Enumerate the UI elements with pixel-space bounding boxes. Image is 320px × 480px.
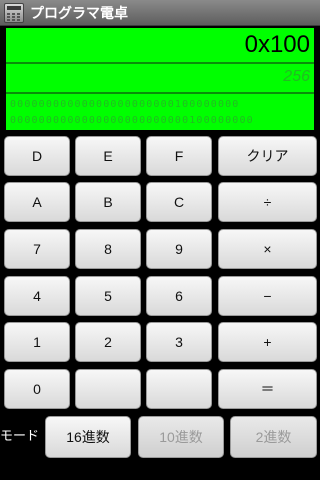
key-b[interactable]: B bbox=[75, 182, 141, 222]
window-title: プログラマ電卓 bbox=[30, 5, 128, 22]
clear-button[interactable]: クリア bbox=[218, 136, 317, 176]
key-e[interactable]: E bbox=[75, 136, 141, 176]
mode-bin-button[interactable]: 2進数 bbox=[230, 416, 317, 458]
multiply-button[interactable]: × bbox=[218, 229, 317, 269]
key-f[interactable]: F bbox=[146, 136, 212, 176]
blank-key[interactable] bbox=[146, 369, 212, 409]
minus-button[interactable]: − bbox=[218, 276, 317, 316]
key-6[interactable]: 6 bbox=[146, 276, 212, 316]
key-2[interactable]: 2 bbox=[75, 322, 141, 362]
divide-button[interactable]: ÷ bbox=[218, 182, 317, 222]
key-3[interactable]: 3 bbox=[146, 322, 212, 362]
mode-label: モード bbox=[0, 429, 40, 444]
display-divider bbox=[6, 62, 314, 64]
calculator-icon bbox=[4, 2, 24, 23]
hex-readout: 0x100 bbox=[244, 31, 310, 58]
key-8[interactable]: 8 bbox=[75, 229, 141, 269]
key-4[interactable]: 4 bbox=[4, 276, 70, 316]
key-7[interactable]: 7 bbox=[4, 229, 70, 269]
result-display: 0x100 256 000000000000000000000001000000… bbox=[6, 28, 314, 130]
mode-hex-button[interactable]: 16進数 bbox=[45, 416, 131, 458]
mode-dec-button[interactable]: 10進数 bbox=[138, 416, 224, 458]
equals-button[interactable]: ＝ bbox=[218, 369, 317, 409]
key-a[interactable]: A bbox=[4, 182, 70, 222]
key-d[interactable]: D bbox=[4, 136, 70, 176]
key-c[interactable]: C bbox=[146, 182, 212, 222]
display-divider bbox=[6, 92, 314, 94]
title-bar: プログラマ電卓 bbox=[0, 0, 320, 26]
plus-button[interactable]: + bbox=[218, 322, 317, 362]
blank-key[interactable] bbox=[75, 369, 141, 409]
key-9[interactable]: 9 bbox=[146, 229, 212, 269]
decimal-readout: 256 bbox=[283, 68, 310, 85]
key-5[interactable]: 5 bbox=[75, 276, 141, 316]
binary-readout-line-1: 00000000000000000000000100000000 bbox=[10, 99, 240, 110]
key-1[interactable]: 1 bbox=[4, 322, 70, 362]
binary-readout-line-2: 0000000000000000000000000100000000 bbox=[10, 115, 254, 126]
key-0[interactable]: 0 bbox=[4, 369, 70, 409]
